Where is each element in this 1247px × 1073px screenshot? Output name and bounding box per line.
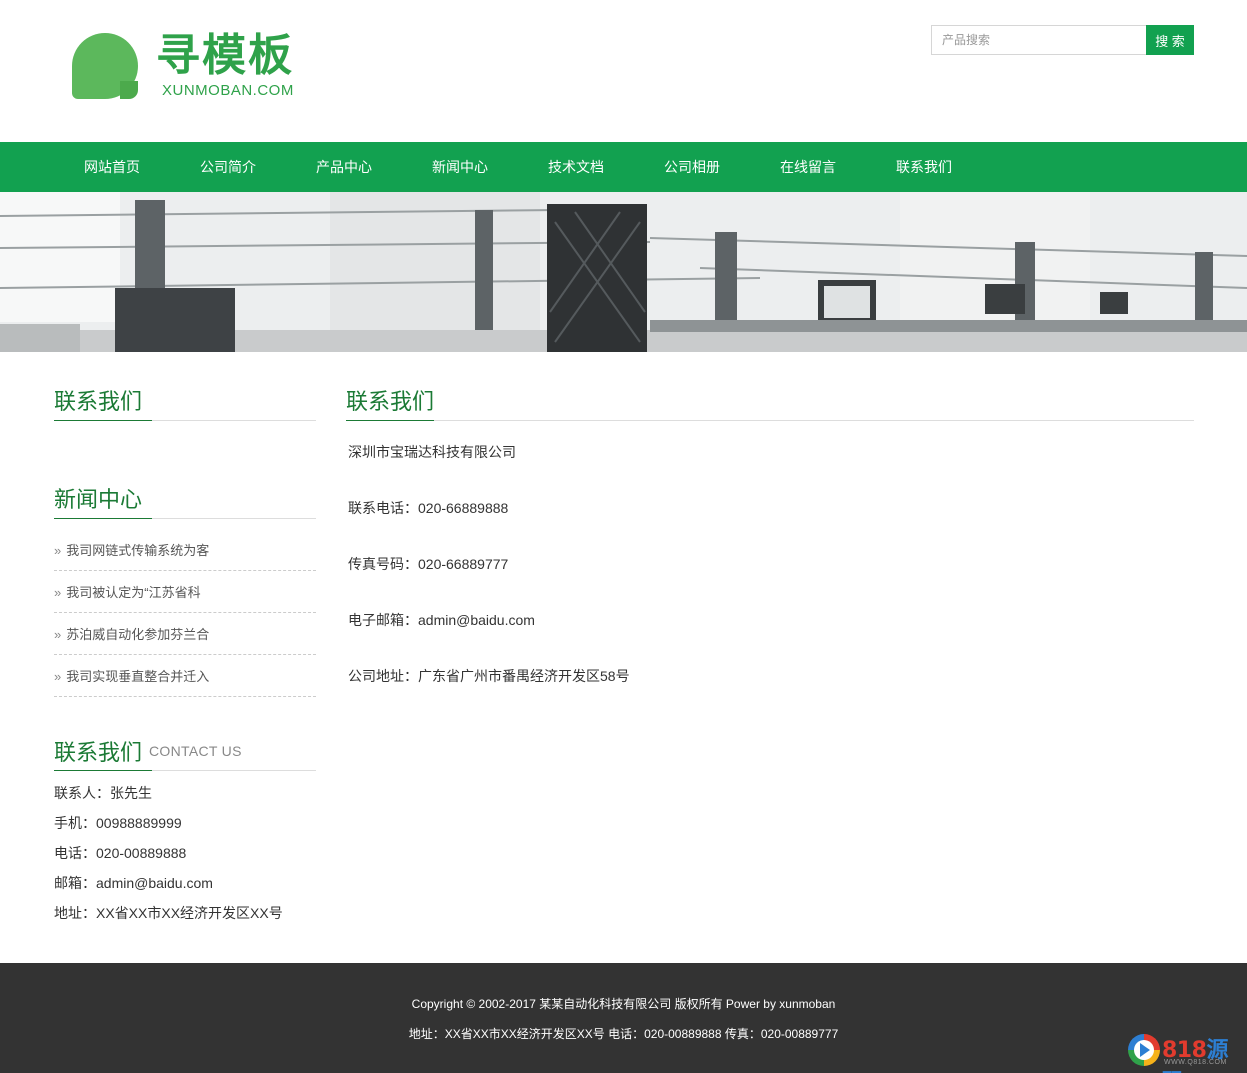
contact-info-list: 联系人：张先生 手机：00988889999 电话：020-00889888 邮…: [54, 781, 316, 931]
footer-address: 地址：XX省XX市XX经济开发区XX号 电话：020-00889888 传真：0…: [408, 1027, 839, 1041]
play-icon: [1140, 1043, 1150, 1057]
banner-image: [0, 192, 1247, 352]
company-email: 电子邮箱：admin@baidu.com: [348, 612, 535, 628]
watermark-text: 818源码: [1162, 1032, 1244, 1073]
site-footer: Copyright © 2002-2017 某某自动化科技有限公司 版权所有 P…: [0, 963, 1247, 1073]
news-list-item[interactable]: » 我司网链式传输系统为客: [54, 529, 316, 571]
chevron-right-icon: »: [54, 543, 62, 558]
news-link[interactable]: 我司实现垂直整合并迁入: [66, 669, 209, 684]
heading-underline: [54, 420, 152, 421]
logo-mark-icon: [72, 33, 138, 99]
contact-address: 地址：XX省XX市XX经济开发区XX号: [54, 905, 283, 921]
sidebar-contact-box-heading: 联系我们 CONTACT US: [54, 697, 316, 771]
news-list-item[interactable]: » 我司实现垂直整合并迁入: [54, 655, 316, 697]
contact-mobile: 手机：00988889999: [54, 815, 182, 831]
contact-email: 邮箱：admin@baidu.com: [54, 875, 213, 891]
news-link[interactable]: 我司被认定为“江苏省科: [66, 585, 200, 600]
chevron-right-icon: »: [54, 585, 62, 600]
sidebar-news-heading: 新闻中心: [54, 435, 316, 519]
heading-underline: [54, 518, 152, 519]
watermark-url: WWW.Q818.COM: [1164, 1059, 1227, 1066]
news-list: » 我司网链式传输系统为客 » 我司被认定为“江苏省科 » 苏泊威自动化参加芬兰合 »…: [54, 529, 316, 697]
sidebar-news-title[interactable]: 新闻中心: [54, 482, 142, 514]
banner-lab-illustration: [0, 192, 1247, 352]
search-box: 搜 索: [931, 25, 1194, 55]
main-nav: 网站首页 公司简介 产品中心 新闻中心 技术文档 公司相册 在线留言 联系我们: [0, 142, 1247, 192]
nav-item-about[interactable]: 公司简介: [170, 142, 286, 192]
news-list-item[interactable]: » 苏泊威自动化参加芬兰合: [54, 613, 316, 655]
nav-item-products[interactable]: 产品中心: [286, 142, 402, 192]
site-logo[interactable]: 寻模板 XUNMOBAN.COM: [70, 30, 310, 105]
company-phone: 联系电话：020-66889888: [348, 500, 509, 516]
footer-copyright: Copyright © 2002-2017 某某自动化科技有限公司 版权所有 P…: [411, 997, 836, 1011]
search-input[interactable]: [931, 25, 1147, 55]
main-content: 联系我们 深圳市宝瑞达科技有限公司 联系电话：020-66889888 传真号码…: [346, 352, 1194, 722]
contact-person: 联系人：张先生: [54, 785, 152, 801]
page-title: 联系我们: [346, 390, 435, 415]
sidebar-contact-heading: 联系我们: [54, 352, 316, 421]
news-list-item[interactable]: » 我司被认定为“江苏省科: [54, 571, 316, 613]
company-name: 深圳市宝瑞达科技有限公司: [348, 444, 516, 460]
chevron-right-icon: »: [54, 669, 62, 684]
logo-text-en: XUNMOBAN.COM: [162, 82, 294, 99]
nav-item-news[interactable]: 新闻中心: [402, 142, 518, 192]
contact-details: 深圳市宝瑞达科技有限公司 联系电话：020-66889888 传真号码：020-…: [346, 442, 1194, 722]
sidebar-contact-title[interactable]: 联系我们: [54, 384, 142, 416]
contact-phone: 电话：020-00889888: [54, 845, 187, 861]
nav-item-contact[interactable]: 联系我们: [866, 142, 982, 192]
heading-underline: [346, 420, 434, 421]
page-heading: 联系我们: [346, 352, 1194, 421]
contact-box-title: 联系我们: [54, 741, 143, 766]
watermark-logo: 818源码 WWW.Q818.COM: [1126, 1030, 1244, 1073]
logo-text-cn: 寻模板: [156, 30, 294, 81]
sidebar: 联系我们 新闻中心 » 我司网链式传输系统为客 » 我司被认定为“江苏省科 » 苏泊威…: [54, 352, 316, 931]
heading-underline: [54, 770, 152, 771]
company-fax: 传真号码：020-66889777: [348, 556, 509, 572]
nav-item-home[interactable]: 网站首页: [54, 142, 170, 192]
news-link[interactable]: 苏泊威自动化参加芬兰合: [66, 627, 209, 642]
contact-box-subtitle: CONTACT US: [149, 743, 242, 759]
site-header: 寻模板 XUNMOBAN.COM 搜 索: [0, 0, 1247, 142]
nav-item-message[interactable]: 在线留言: [750, 142, 866, 192]
news-link[interactable]: 我司网链式传输系统为客: [66, 543, 209, 558]
search-button[interactable]: 搜 索: [1146, 25, 1194, 55]
nav-item-docs[interactable]: 技术文档: [518, 142, 634, 192]
company-address: 公司地址：广东省广州市番禺经济开发区58号: [348, 668, 630, 684]
chevron-right-icon: »: [54, 627, 62, 642]
nav-item-gallery[interactable]: 公司相册: [634, 142, 750, 192]
